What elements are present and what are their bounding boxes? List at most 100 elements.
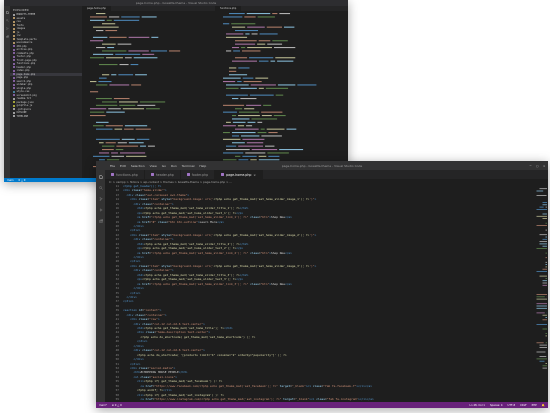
close-button[interactable]: ✕	[543, 164, 545, 168]
code-token: <?php echo get_theme_mod('set_home_title…	[143, 326, 224, 330]
code-token: "social-media"	[149, 365, 174, 370]
search-icon[interactable]	[98, 186, 103, 190]
maximize-button[interactable]: □	[536, 164, 538, 168]
code-token: </div>	[133, 357, 144, 362]
code-texture-stroke	[542, 365, 547, 367]
code-texture-stroke	[545, 342, 547, 344]
extensions-icon[interactable]	[98, 219, 103, 223]
tab-footer[interactable]: footer.php	[181, 170, 216, 179]
code-texture-stroke	[119, 64, 129, 66]
status-indentation[interactable]: Spaces: 4	[490, 404, 503, 407]
code-texture-stroke	[105, 142, 116, 144]
minimize-button[interactable]: ─	[530, 164, 532, 168]
menu-go[interactable]: Go	[162, 164, 166, 168]
menu-selection[interactable]: Selection	[131, 164, 145, 168]
code-line[interactable]: <a href="https://www.instagram.com/<?php…	[123, 397, 536, 401]
code-texture-stroke	[542, 280, 547, 282]
menu-terminal[interactable]: Terminal	[182, 164, 195, 168]
code-texture-stroke	[260, 128, 265, 130]
code-texture-stroke	[96, 47, 106, 49]
source-control-icon[interactable]	[6, 27, 9, 30]
code-texture-stroke	[232, 142, 245, 144]
tree-item[interactable]: TIMELINE	[10, 115, 82, 119]
code-texture-stroke	[96, 30, 104, 32]
code-texture-stroke	[128, 142, 144, 144]
code-texture-stroke	[237, 81, 242, 83]
status-branch[interactable]: main*	[99, 404, 107, 407]
breadcrumb-path[interactable]: C: > xampp > htdocs > wp-content > theme…	[109, 180, 232, 184]
code-texture-stroke	[108, 108, 121, 110]
code-token: "col-12 col-md-6 text-center"	[152, 348, 204, 353]
file-icon	[13, 41, 15, 44]
code-texture-stroke	[259, 33, 278, 35]
files-icon[interactable]	[5, 11, 9, 14]
menu-run[interactable]: Run	[171, 164, 177, 168]
extensions-icon[interactable]	[5, 35, 9, 38]
code-token: >	[171, 237, 174, 242]
source-control-icon[interactable]	[99, 197, 103, 201]
status-encoding[interactable]: UTF-8	[508, 404, 516, 407]
code-texture-stroke	[237, 125, 245, 127]
status-language[interactable]: PHP	[532, 404, 537, 407]
code-token: <?php echo get_theme_mod('set_home_slide…	[213, 197, 310, 202]
code-texture-stroke	[235, 57, 248, 59]
menu-edit[interactable]: Edit	[120, 164, 126, 168]
code-token: <div	[133, 201, 143, 206]
tab-header[interactable]: header.php	[145, 170, 181, 179]
minimap[interactable]	[536, 184, 548, 402]
code-texture-stroke	[277, 60, 294, 62]
code-texture-stroke	[232, 26, 246, 28]
code-token: </div>	[129, 228, 141, 233]
tab-label: header.php	[155, 172, 174, 177]
tab-close-icon[interactable]: ×	[253, 173, 256, 177]
tab-page-home[interactable]: page-home.php ×	[215, 170, 263, 179]
code-token: >	[164, 312, 167, 317]
files-icon[interactable]	[99, 175, 103, 179]
code-texture-stroke	[102, 101, 117, 103]
code-editor[interactable]: 11 12 13 14 15 16 17 18 19 20 21 22 23 24 25 26 27 28 29 30…	[105, 184, 536, 402]
code-texture-stroke	[109, 84, 130, 86]
code-texture-stroke	[247, 121, 256, 123]
php-file-icon	[111, 173, 114, 176]
status-eol[interactable]: CRLF	[520, 404, 527, 407]
code-texture-stroke	[223, 132, 230, 134]
menu-view[interactable]: View	[150, 164, 157, 168]
status-problems[interactable]: ⊗ 0 △ 0	[112, 404, 122, 407]
code-lines[interactable]: <?php get_header(); ?> <div class="home-s…	[123, 184, 536, 402]
code-texture-stroke	[223, 77, 241, 79]
file-icon	[13, 97, 15, 100]
notifications-icon[interactable]: 🔔	[542, 404, 545, 407]
code-texture-stroke	[263, 104, 272, 106]
search-icon[interactable]	[5, 19, 9, 22]
file-icon	[13, 45, 15, 48]
code-token: class	[142, 268, 151, 273]
code-texture-stroke	[121, 16, 140, 18]
back-status-problems[interactable]: 0 △ 0	[18, 179, 25, 182]
code-token: </div>	[133, 286, 144, 291]
status-cursor-position[interactable]: Ln 48, Col 1	[469, 404, 484, 407]
menu-file[interactable]: File	[110, 164, 115, 168]
menu-help[interactable]: Help	[199, 164, 206, 168]
code-token: <div	[126, 192, 136, 197]
code-texture-stroke	[223, 81, 236, 83]
code-token: "container"	[145, 312, 165, 317]
code-texture-stroke	[232, 121, 246, 123]
code-texture-stroke	[542, 204, 547, 206]
back-status-branch[interactable]: main	[7, 179, 13, 182]
run-debug-icon[interactable]	[99, 208, 103, 212]
code-texture-stroke	[539, 241, 547, 242]
tab-functions[interactable]: functions.php	[105, 170, 145, 179]
code-texture-stroke	[226, 87, 239, 89]
code-token: <?php endif; ?>	[136, 388, 164, 393]
code-texture-stroke	[99, 142, 104, 144]
code-texture-stroke	[545, 236, 547, 238]
code-texture-stroke	[136, 138, 150, 140]
